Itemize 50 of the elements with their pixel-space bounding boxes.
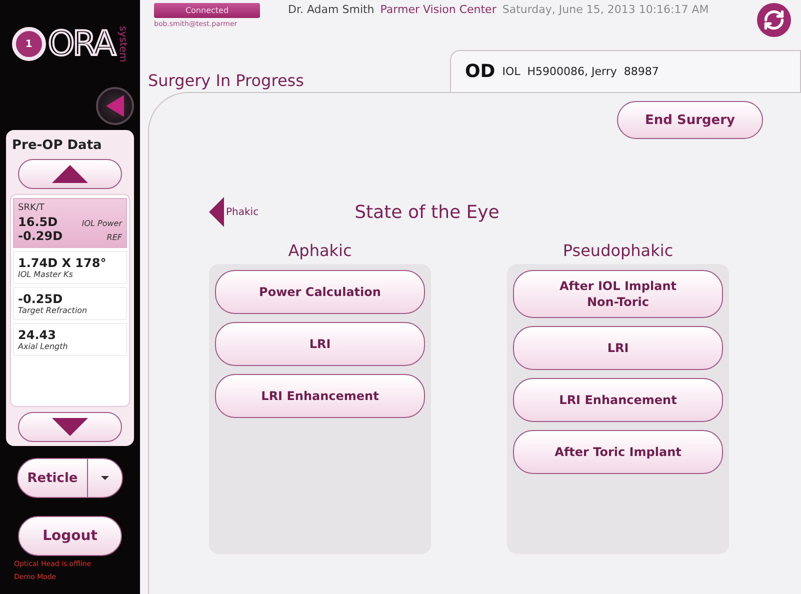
logo-text: ORA: [48, 24, 114, 64]
preop-item[interactable]: 24.43 Axial Length: [13, 323, 127, 356]
preop-item[interactable]: 1.74D X 178° IOL Master Ks: [13, 251, 127, 284]
page-title: Surgery In Progress: [147, 71, 305, 92]
section-title: State of the Eye: [354, 202, 500, 222]
left-triangle-icon: [106, 95, 124, 117]
logo-subtitle: system: [116, 26, 128, 62]
item-value: 1.74D X 178°: [18, 256, 108, 270]
item-label: IOL Master Ks: [18, 270, 74, 279]
option-button[interactable]: After IOL Implant Non-Toric: [513, 270, 723, 318]
scroll-down-button[interactable]: [18, 412, 122, 442]
item-value: -0.29D: [18, 229, 63, 243]
reticle-button[interactable]: Reticle: [18, 459, 88, 497]
option-button[interactable]: LRI Enhancement: [513, 378, 723, 422]
end-surgery-button[interactable]: End Surgery: [617, 101, 763, 139]
phakic-back-button[interactable]: Phakic: [209, 197, 259, 227]
logo-badge: 1: [12, 27, 46, 61]
eye-label: OD: [465, 61, 496, 82]
option-button[interactable]: LRI: [215, 322, 425, 366]
doctor-name: Dr. Adam Smith: [288, 3, 374, 16]
option-button[interactable]: Power Calculation: [215, 270, 425, 314]
back-triangle-icon: [209, 197, 224, 227]
scroll-up-button[interactable]: [18, 159, 122, 189]
preop-item[interactable]: -0.25D Target Refraction: [13, 287, 127, 320]
formula-name: SRK/T: [18, 203, 46, 213]
item-label: Axial Length: [18, 342, 69, 351]
connection-status: Connected: [154, 3, 260, 18]
caret-icon: [101, 476, 109, 480]
item-value: 24.43: [18, 328, 57, 342]
down-triangle-icon: [52, 418, 88, 436]
refresh-icon[interactable]: [757, 3, 791, 37]
column-title: Aphakic: [288, 241, 352, 260]
option-button[interactable]: LRI Enhancement: [215, 374, 425, 418]
item-label: Target Refraction: [18, 306, 88, 315]
panel-title: Pre-OP Data: [11, 138, 102, 153]
patient-info: H5900086, Jerry 88987: [527, 65, 659, 78]
logout-button[interactable]: Logout: [18, 516, 122, 556]
option-button[interactable]: After Toric Implant: [513, 430, 723, 474]
up-triangle-icon: [52, 165, 88, 183]
item-label: IOL Power: [82, 219, 122, 228]
preop-item[interactable]: SRK/T 16.5D IOL Power -0.29D REF: [13, 198, 127, 248]
item-label: REF: [106, 233, 122, 242]
item-value: -0.25D: [18, 292, 64, 306]
column-title: Pseudophakic: [562, 241, 674, 260]
clinic-name: Parmer Vision Center: [380, 3, 496, 16]
lens-label: IOL: [502, 65, 520, 78]
back-button[interactable]: [96, 87, 134, 125]
option-button[interactable]: LRI: [513, 326, 723, 370]
date-time: Saturday, June 15, 2013 10:16:17 AM: [502, 3, 709, 16]
item-value: 16.5D: [18, 215, 58, 229]
